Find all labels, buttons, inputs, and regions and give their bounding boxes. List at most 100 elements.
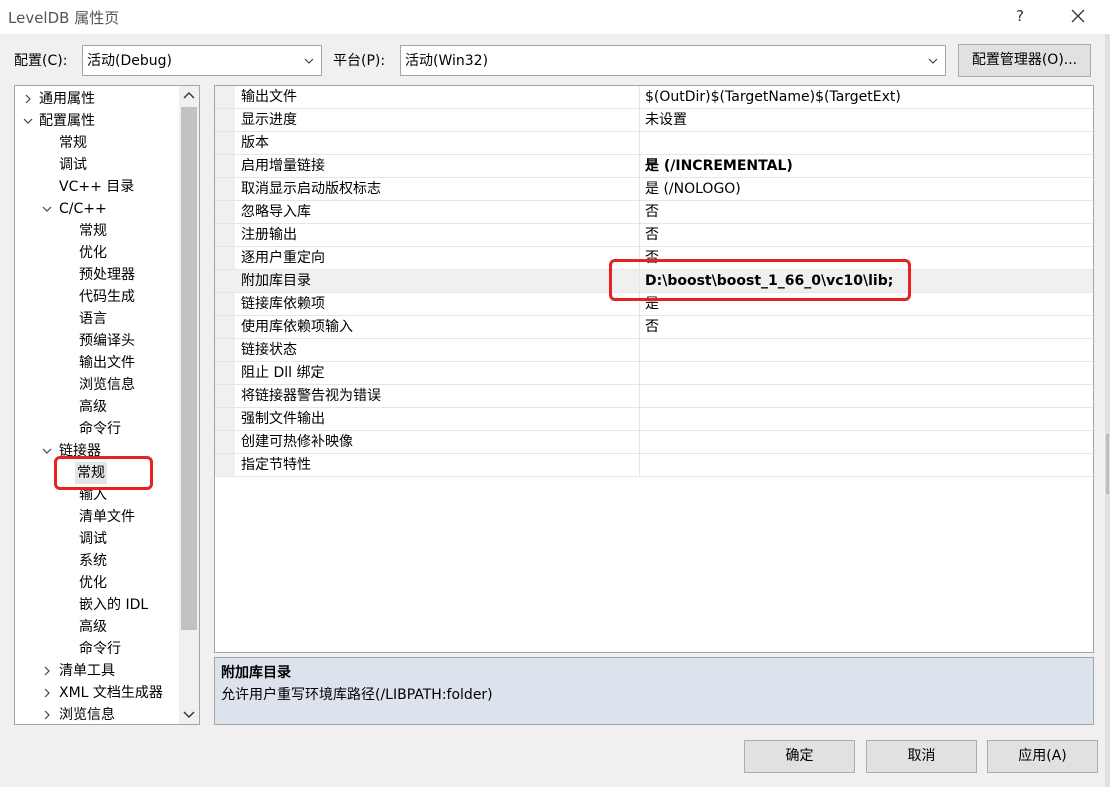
property-name: 显示进度 — [241, 112, 297, 128]
property-row[interactable]: 链接状态 — [215, 339, 1093, 362]
property-value[interactable]: 未设置 — [645, 111, 687, 129]
row-gutter — [215, 339, 235, 361]
tree-item[interactable]: 预编译头 — [79, 330, 135, 352]
config-combo[interactable]: 活动(Debug) — [82, 45, 322, 76]
window-edge — [1105, 34, 1110, 787]
property-row[interactable]: 取消显示启动版权标志 是 (/NOLOGO) — [215, 178, 1093, 201]
property-value[interactable]: 否 — [645, 318, 659, 336]
property-value[interactable]: 否 — [645, 203, 659, 221]
tree-item[interactable]: 调试 — [79, 528, 107, 550]
tree-item[interactable]: 常规 — [79, 220, 107, 242]
tree-item[interactable]: 嵌入的 IDL — [79, 594, 148, 616]
property-name: 忽略导入库 — [241, 204, 311, 220]
tree-item[interactable]: 命令行 — [79, 418, 121, 440]
tree-item[interactable]: 系统 — [79, 550, 107, 572]
property-value[interactable]: 否 — [645, 226, 659, 244]
tree-item[interactable]: 清单工具 — [59, 660, 115, 682]
tree-item[interactable]: VC++ 目录 — [59, 176, 134, 198]
chevron-down-icon — [304, 58, 314, 64]
scroll-down-button[interactable] — [179, 704, 199, 724]
close-icon[interactable] — [1066, 4, 1090, 28]
property-value[interactable]: D:\boost\boost_1_66_0\vc10\lib; — [645, 272, 893, 290]
property-name: 强制文件输出 — [241, 411, 325, 427]
property-grid: 输出文件 $(OutDir)$(TargetName)$(TargetExt) 显示… — [214, 85, 1094, 653]
ok-button[interactable]: 确定 — [744, 740, 855, 773]
help-button[interactable]: ? — [1008, 4, 1032, 28]
tree-item[interactable]: 高级 — [79, 616, 107, 638]
tree-item[interactable]: 调试 — [59, 154, 87, 176]
property-row[interactable]: 逐用户重定向 否 — [215, 247, 1093, 270]
tree-item[interactable]: 输出文件 — [79, 352, 135, 374]
tree-item[interactable]: 预处理器 — [79, 264, 135, 286]
tree-item[interactable]: 通用属性 — [39, 88, 95, 110]
config-value: 活动(Debug) — [87, 53, 172, 69]
scroll-up-button[interactable] — [179, 86, 199, 106]
property-row[interactable]: 启用增量链接 是 (/INCREMENTAL) — [215, 155, 1093, 178]
config-manager-button[interactable]: 配置管理器(O)... — [958, 44, 1091, 77]
property-value[interactable]: 是 — [645, 295, 659, 313]
title-bar: LevelDB 属性页 ? — [0, 0, 1110, 34]
tree-item[interactable]: 配置属性 — [39, 110, 95, 132]
property-value[interactable]: 是 (/NOLOGO) — [645, 180, 741, 198]
platform-combo[interactable]: 活动(Win32) — [400, 45, 946, 76]
tree-item[interactable]: XML 文档生成器 — [59, 682, 163, 704]
tree-item[interactable]: 语言 — [79, 308, 107, 330]
column-divider — [639, 316, 640, 338]
tree-item[interactable]: C/C++ — [59, 198, 107, 220]
column-divider — [639, 247, 640, 269]
property-value[interactable]: $(OutDir)$(TargetName)$(TargetExt) — [645, 88, 901, 106]
column-divider — [639, 201, 640, 223]
property-name: 输出文件 — [241, 89, 297, 105]
property-row[interactable]: 链接库依赖项 是 — [215, 293, 1093, 316]
property-row[interactable]: 附加库目录 D:\boost\boost_1_66_0\vc10\lib; — [215, 270, 1093, 293]
tree-item[interactable]: 清单文件 — [79, 506, 135, 528]
tree-item[interactable]: 优化 — [79, 572, 107, 594]
chevron-right-icon[interactable] — [42, 688, 52, 698]
property-row[interactable]: 将链接器警告视为错误 — [215, 385, 1093, 408]
property-row[interactable]: 创建可热修补映像 — [215, 431, 1093, 454]
tree-item[interactable]: 高级 — [79, 396, 107, 418]
property-name: 阻止 Dll 绑定 — [241, 365, 325, 381]
tree-item[interactable]: 浏览信息 — [59, 704, 115, 724]
tree-item[interactable]: 浏览信息 — [79, 374, 135, 396]
property-row[interactable]: 输出文件 $(OutDir)$(TargetName)$(TargetExt) — [215, 86, 1093, 109]
tree-item[interactable]: 常规 — [75, 462, 107, 484]
property-value[interactable]: 是 (/INCREMENTAL) — [645, 157, 793, 175]
tree-item[interactable]: 输入 — [79, 484, 107, 506]
row-gutter — [215, 132, 235, 154]
property-row[interactable]: 使用库依赖项输入 否 — [215, 316, 1093, 339]
cancel-button[interactable]: 取消 — [866, 740, 977, 773]
property-row[interactable]: 阻止 Dll 绑定 — [215, 362, 1093, 385]
chevron-right-icon[interactable] — [42, 666, 52, 676]
property-row[interactable]: 显示进度 未设置 — [215, 109, 1093, 132]
property-value[interactable]: 否 — [645, 249, 659, 267]
property-row[interactable]: 忽略导入库 否 — [215, 201, 1093, 224]
tree-item[interactable]: 命令行 — [79, 638, 121, 660]
tree-scrollbar[interactable] — [179, 86, 199, 724]
scroll-thumb[interactable] — [181, 107, 197, 630]
tree-item[interactable]: 优化 — [79, 242, 107, 264]
property-name: 链接状态 — [241, 342, 297, 358]
apply-button[interactable]: 应用(A) — [987, 740, 1098, 773]
property-name: 指定节特性 — [241, 457, 311, 473]
row-gutter — [215, 178, 235, 200]
property-row[interactable]: 强制文件输出 — [215, 408, 1093, 431]
chevron-down-icon[interactable] — [42, 446, 52, 456]
property-name: 启用增量链接 — [241, 158, 325, 174]
row-gutter — [215, 362, 235, 384]
tree-item[interactable]: 链接器 — [59, 440, 101, 462]
column-divider — [639, 362, 640, 384]
column-divider — [639, 155, 640, 177]
chevron-up-icon — [183, 92, 195, 99]
property-row[interactable]: 指定节特性 — [215, 454, 1093, 477]
chevron-right-icon[interactable] — [23, 94, 33, 104]
column-divider — [639, 132, 640, 154]
tree-item[interactable]: 常规 — [59, 132, 87, 154]
tree-item[interactable]: 代码生成 — [79, 286, 135, 308]
chevron-down-icon[interactable] — [23, 116, 33, 126]
chevron-down-icon[interactable] — [42, 204, 52, 214]
chevron-right-icon[interactable] — [42, 710, 52, 720]
property-row[interactable]: 注册输出 否 — [215, 224, 1093, 247]
property-row[interactable]: 版本 — [215, 132, 1093, 155]
column-divider — [639, 385, 640, 407]
